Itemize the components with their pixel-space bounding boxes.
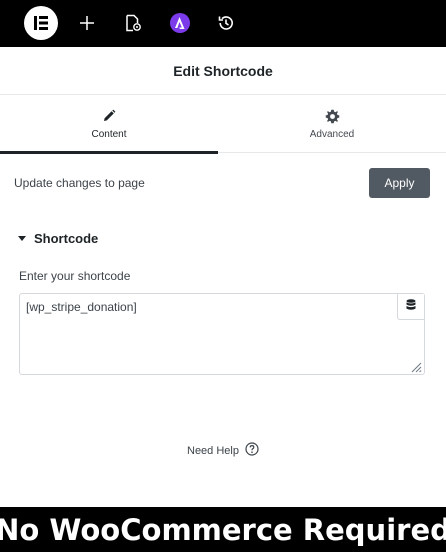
database-icon [406,298,416,316]
apply-button[interactable]: Apply [369,168,430,198]
update-row: Update changes to page Apply [0,168,446,198]
panel-tabs: Content Advanced [0,95,446,154]
resize-handle-icon[interactable] [410,360,422,373]
history-icon[interactable] [211,8,241,38]
top-toolbar [0,0,446,47]
active-tab-indicator [0,151,218,154]
astra-icon[interactable] [165,8,195,38]
page-settings-icon[interactable] [118,8,148,38]
gear-icon [325,108,340,124]
caret-down-icon [18,235,26,241]
tab-content-label: Content [91,129,127,140]
plus-icon[interactable] [72,8,102,38]
panel-header: Edit Shortcode [0,47,446,95]
tab-advanced[interactable]: Advanced [218,95,446,153]
elementor-logo-icon[interactable] [24,6,58,40]
pencil-icon [102,108,116,124]
shortcode-value[interactable]: [wp_stripe_donation] [26,300,137,314]
panel-title: Edit Shortcode [173,62,273,79]
need-help-link[interactable]: Need Help [187,441,259,461]
shortcode-field-label: Enter your shortcode [19,269,131,283]
tab-advanced-label: Advanced [309,129,355,140]
update-changes-text: Update changes to page [14,176,145,190]
dynamic-tags-button[interactable] [397,294,424,320]
section-title: Shortcode [34,230,99,246]
banner-text: No WooCommerce Required [0,512,446,547]
shortcode-textarea[interactable]: [wp_stripe_donation] [19,293,425,375]
section-toggle-shortcode[interactable]: Shortcode [18,228,98,248]
tab-content[interactable]: Content [0,95,218,154]
question-circle-icon [245,441,259,461]
promo-banner: No WooCommerce Required [0,507,446,552]
need-help-label: Need Help [187,445,239,457]
